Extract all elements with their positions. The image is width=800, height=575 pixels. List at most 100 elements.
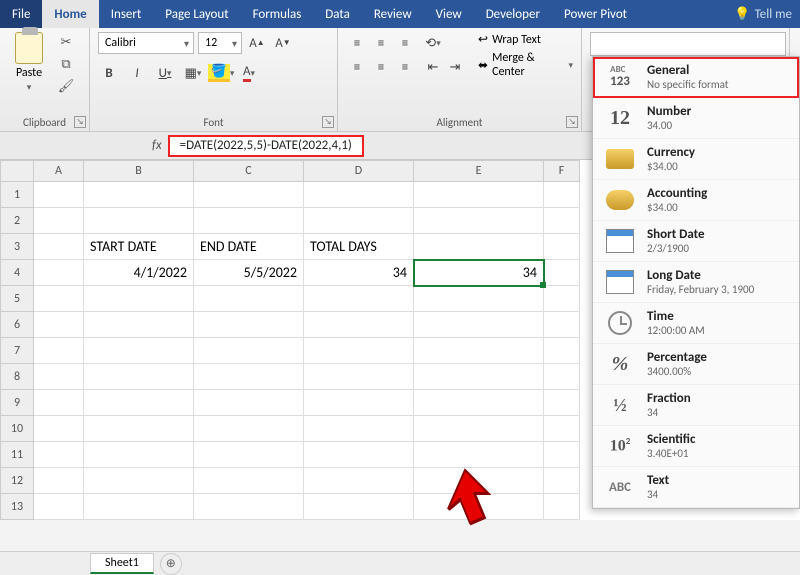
- format-option-percentage[interactable]: %Percentage3400.00%: [593, 344, 799, 385]
- col-header-A[interactable]: A: [34, 160, 84, 182]
- row-header-2[interactable]: 2: [0, 208, 34, 234]
- format-option-number[interactable]: 12Number34.00: [593, 98, 799, 139]
- format-option-currency[interactable]: Currency$34.00: [593, 139, 799, 180]
- format-option-short-date[interactable]: Short Date2/3/1900: [593, 221, 799, 262]
- col-header-E[interactable]: E: [414, 160, 544, 182]
- align-right-button[interactable]: ≡: [394, 56, 416, 78]
- cell-C3[interactable]: END DATE: [194, 234, 304, 260]
- cell-E7[interactable]: [414, 338, 544, 364]
- cell-C9[interactable]: [194, 390, 304, 416]
- align-top-button[interactable]: ≡: [346, 32, 368, 54]
- tab-home[interactable]: Home: [42, 0, 98, 28]
- cell-E13[interactable]: [414, 494, 544, 520]
- row-header-4[interactable]: 4: [0, 260, 34, 286]
- cell-A6[interactable]: [34, 312, 84, 338]
- row-header-9[interactable]: 9: [0, 390, 34, 416]
- cell-D4[interactable]: 34: [304, 260, 414, 286]
- cell-F5[interactable]: [544, 286, 580, 312]
- format-option-accounting[interactable]: Accounting$34.00: [593, 180, 799, 221]
- increase-indent-button[interactable]: ⇥: [444, 56, 466, 78]
- cell-A7[interactable]: [34, 338, 84, 364]
- underline-button[interactable]: U▾: [154, 62, 176, 84]
- cell-B9[interactable]: [84, 390, 194, 416]
- decrease-font-button[interactable]: A▼: [272, 32, 294, 54]
- cell-B4[interactable]: 4/1/2022: [84, 260, 194, 286]
- cell-A8[interactable]: [34, 364, 84, 390]
- cell-D9[interactable]: [304, 390, 414, 416]
- cell-C2[interactable]: [194, 208, 304, 234]
- font-size-select[interactable]: 12: [198, 32, 242, 54]
- cell-E6[interactable]: [414, 312, 544, 338]
- format-option-scientific[interactable]: 102Scientific3.40E+01: [593, 426, 799, 467]
- format-option-general[interactable]: ABC123GeneralNo specific format: [593, 57, 799, 98]
- cell-F3[interactable]: [544, 234, 580, 260]
- cell-E11[interactable]: [414, 442, 544, 468]
- cell-F4[interactable]: [544, 260, 580, 286]
- row-header-11[interactable]: 11: [0, 442, 34, 468]
- cell-A2[interactable]: [34, 208, 84, 234]
- tab-review[interactable]: Review: [362, 0, 424, 28]
- add-sheet-button[interactable]: ⊕: [160, 553, 182, 575]
- cell-E2[interactable]: [414, 208, 544, 234]
- cell-E10[interactable]: [414, 416, 544, 442]
- col-header-B[interactable]: B: [84, 160, 194, 182]
- font-color-button[interactable]: A▾: [238, 62, 260, 84]
- row-header-13[interactable]: 13: [0, 494, 34, 520]
- font-dialog-launcher[interactable]: ↘: [322, 116, 334, 128]
- align-center-button[interactable]: ≡: [370, 56, 392, 78]
- cell-B6[interactable]: [84, 312, 194, 338]
- format-option-time[interactable]: Time12:00:00 AM: [593, 303, 799, 344]
- align-left-button[interactable]: ≡: [346, 56, 368, 78]
- cell-B1[interactable]: [84, 182, 194, 208]
- sheet-tab-sheet1[interactable]: Sheet1: [90, 553, 154, 574]
- format-option-text[interactable]: ABCText34: [593, 467, 799, 508]
- cell-F1[interactable]: [544, 182, 580, 208]
- fill-color-button[interactable]: 🪣▾: [210, 62, 232, 84]
- cell-D13[interactable]: [304, 494, 414, 520]
- tab-insert[interactable]: Insert: [99, 0, 154, 28]
- cell-F11[interactable]: [544, 442, 580, 468]
- cell-A4[interactable]: [34, 260, 84, 286]
- cell-D1[interactable]: [304, 182, 414, 208]
- format-option-fraction[interactable]: ½Fraction34: [593, 385, 799, 426]
- cell-C6[interactable]: [194, 312, 304, 338]
- clipboard-dialog-launcher[interactable]: ↘: [74, 116, 86, 128]
- cell-D12[interactable]: [304, 468, 414, 494]
- cell-A9[interactable]: [34, 390, 84, 416]
- font-name-select[interactable]: Calibri: [98, 32, 194, 54]
- cell-D8[interactable]: [304, 364, 414, 390]
- cell-A13[interactable]: [34, 494, 84, 520]
- align-middle-button[interactable]: ≡: [370, 32, 392, 54]
- row-header-10[interactable]: 10: [0, 416, 34, 442]
- row-header-7[interactable]: 7: [0, 338, 34, 364]
- cell-E5[interactable]: [414, 286, 544, 312]
- cell-A10[interactable]: [34, 416, 84, 442]
- cell-C5[interactable]: [194, 286, 304, 312]
- tab-formulas[interactable]: Formulas: [241, 0, 314, 28]
- italic-button[interactable]: I: [126, 62, 148, 84]
- cell-B8[interactable]: [84, 364, 194, 390]
- fx-icon[interactable]: fx: [152, 138, 162, 153]
- cell-F7[interactable]: [544, 338, 580, 364]
- tab-power-pivot[interactable]: Power Pivot: [552, 0, 639, 28]
- row-header-12[interactable]: 12: [0, 468, 34, 494]
- cell-B5[interactable]: [84, 286, 194, 312]
- format-option-long-date[interactable]: Long DateFriday, February 3, 1900: [593, 262, 799, 303]
- orientation-button[interactable]: ⟲▾: [422, 32, 444, 54]
- alignment-dialog-launcher[interactable]: ↘: [566, 116, 578, 128]
- tab-view[interactable]: View: [424, 0, 474, 28]
- cell-A3[interactable]: [34, 234, 84, 260]
- cell-C12[interactable]: [194, 468, 304, 494]
- increase-font-button[interactable]: A▲: [246, 32, 268, 54]
- cell-B3[interactable]: START DATE: [84, 234, 194, 260]
- cell-D10[interactable]: [304, 416, 414, 442]
- copy-button[interactable]: ⧉: [56, 54, 76, 74]
- row-header-5[interactable]: 5: [0, 286, 34, 312]
- cell-B11[interactable]: [84, 442, 194, 468]
- col-header-F[interactable]: F: [544, 160, 580, 182]
- cell-E4[interactable]: 34: [414, 260, 544, 286]
- cell-E12[interactable]: [414, 468, 544, 494]
- row-header-6[interactable]: 6: [0, 312, 34, 338]
- col-header-C[interactable]: C: [194, 160, 304, 182]
- tell-me[interactable]: 💡Tell me: [726, 0, 800, 28]
